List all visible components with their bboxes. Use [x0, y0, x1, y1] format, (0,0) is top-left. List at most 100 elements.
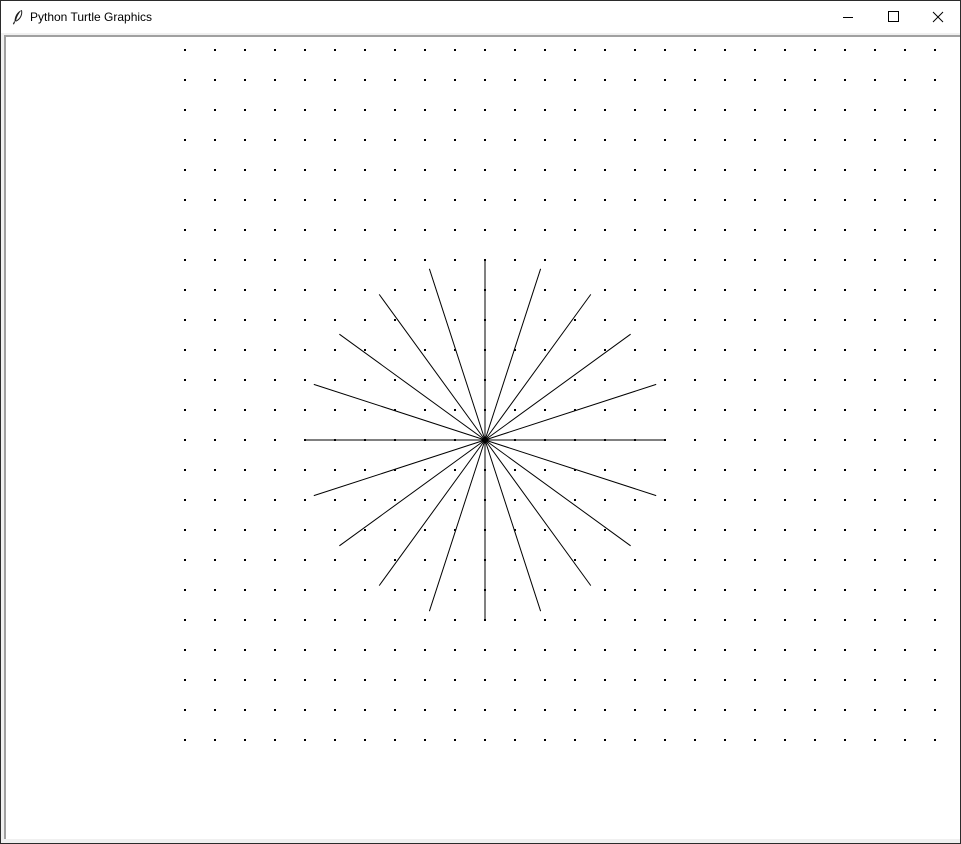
grid-dot — [634, 139, 636, 141]
grid-dot — [364, 289, 366, 291]
grid-dot — [214, 709, 216, 711]
grid-dot — [724, 289, 726, 291]
grid-dot — [724, 319, 726, 321]
grid-dot — [334, 499, 336, 501]
grid-dot — [664, 379, 666, 381]
grid-dot — [664, 589, 666, 591]
grid-dot — [274, 679, 276, 681]
grid-dot — [604, 199, 606, 201]
grid-dot — [394, 559, 396, 561]
minimize-button[interactable] — [824, 1, 870, 33]
grid-dot — [664, 619, 666, 621]
grid-dot — [754, 49, 756, 51]
grid-dot — [694, 529, 696, 531]
grid-dot — [664, 139, 666, 141]
grid-dot — [304, 619, 306, 621]
grid-dot — [874, 709, 876, 711]
grid-dot — [694, 679, 696, 681]
grid-dot — [604, 739, 606, 741]
grid-dot — [424, 589, 426, 591]
maximize-button[interactable] — [870, 1, 916, 33]
grid-dot — [514, 139, 516, 141]
grid-dot — [934, 379, 936, 381]
grid-dot — [454, 589, 456, 591]
grid-dot — [814, 169, 816, 171]
grid-dot — [664, 559, 666, 561]
grid-dot — [184, 529, 186, 531]
grid-dot — [634, 409, 636, 411]
grid-dot — [664, 289, 666, 291]
grid-dot — [514, 199, 516, 201]
grid-dot — [364, 619, 366, 621]
starburst-ray — [484, 333, 631, 441]
grid-dot — [904, 649, 906, 651]
grid-dot — [454, 559, 456, 561]
grid-dot — [304, 319, 306, 321]
drawing-surface — [184, 49, 936, 741]
grid-dot — [214, 169, 216, 171]
grid-dot — [664, 529, 666, 531]
grid-dot — [454, 49, 456, 51]
grid-dot — [514, 679, 516, 681]
grid-dot — [784, 499, 786, 501]
grid-dot — [604, 169, 606, 171]
grid-dot — [424, 199, 426, 201]
grid-dot — [634, 229, 636, 231]
grid-dot — [364, 649, 366, 651]
grid-dot — [694, 619, 696, 621]
grid-dot — [424, 169, 426, 171]
grid-dot — [484, 739, 486, 741]
grid-dot — [484, 709, 486, 711]
grid-dot — [934, 589, 936, 591]
grid-dot — [454, 379, 456, 381]
grid-dot — [454, 229, 456, 231]
grid-dot — [664, 679, 666, 681]
grid-dot — [904, 409, 906, 411]
grid-dot — [844, 139, 846, 141]
grid-dot — [844, 79, 846, 81]
grid-dot — [334, 259, 336, 261]
grid-dot — [544, 649, 546, 651]
grid-dot — [694, 139, 696, 141]
grid-dot — [844, 709, 846, 711]
grid-dot — [184, 619, 186, 621]
close-button[interactable] — [914, 1, 960, 33]
grid-dot — [274, 229, 276, 231]
grid-dot — [184, 439, 186, 441]
grid-dot — [814, 379, 816, 381]
grid-dot — [244, 439, 246, 441]
grid-dot — [724, 379, 726, 381]
grid-dot — [934, 619, 936, 621]
grid-dot — [904, 469, 906, 471]
grid-dot — [214, 79, 216, 81]
grid-dot — [274, 49, 276, 51]
grid-dot — [544, 379, 546, 381]
grid-dot — [634, 649, 636, 651]
turtle-canvas[interactable] — [4, 35, 960, 841]
grid-dot — [394, 259, 396, 261]
grid-dot — [514, 259, 516, 261]
grid-dot — [844, 469, 846, 471]
grid-dot — [544, 139, 546, 141]
grid-dot — [844, 169, 846, 171]
grid-dot — [304, 409, 306, 411]
grid-dot — [574, 229, 576, 231]
grid-dot — [814, 739, 816, 741]
grid-dot — [664, 109, 666, 111]
grid-dot — [754, 559, 756, 561]
grid-dot — [574, 289, 576, 291]
grid-dot — [424, 559, 426, 561]
grid-dot — [904, 79, 906, 81]
grid-dot — [544, 619, 546, 621]
grid-dot — [814, 79, 816, 81]
title-bar[interactable]: Python Turtle Graphics — [1, 1, 960, 33]
grid-dot — [214, 739, 216, 741]
grid-dot — [274, 199, 276, 201]
grid-dot — [184, 79, 186, 81]
grid-dot — [394, 679, 396, 681]
grid-dot — [784, 709, 786, 711]
grid-dot — [304, 289, 306, 291]
grid-dot — [724, 169, 726, 171]
grid-dot — [934, 739, 936, 741]
grid-dot — [904, 379, 906, 381]
